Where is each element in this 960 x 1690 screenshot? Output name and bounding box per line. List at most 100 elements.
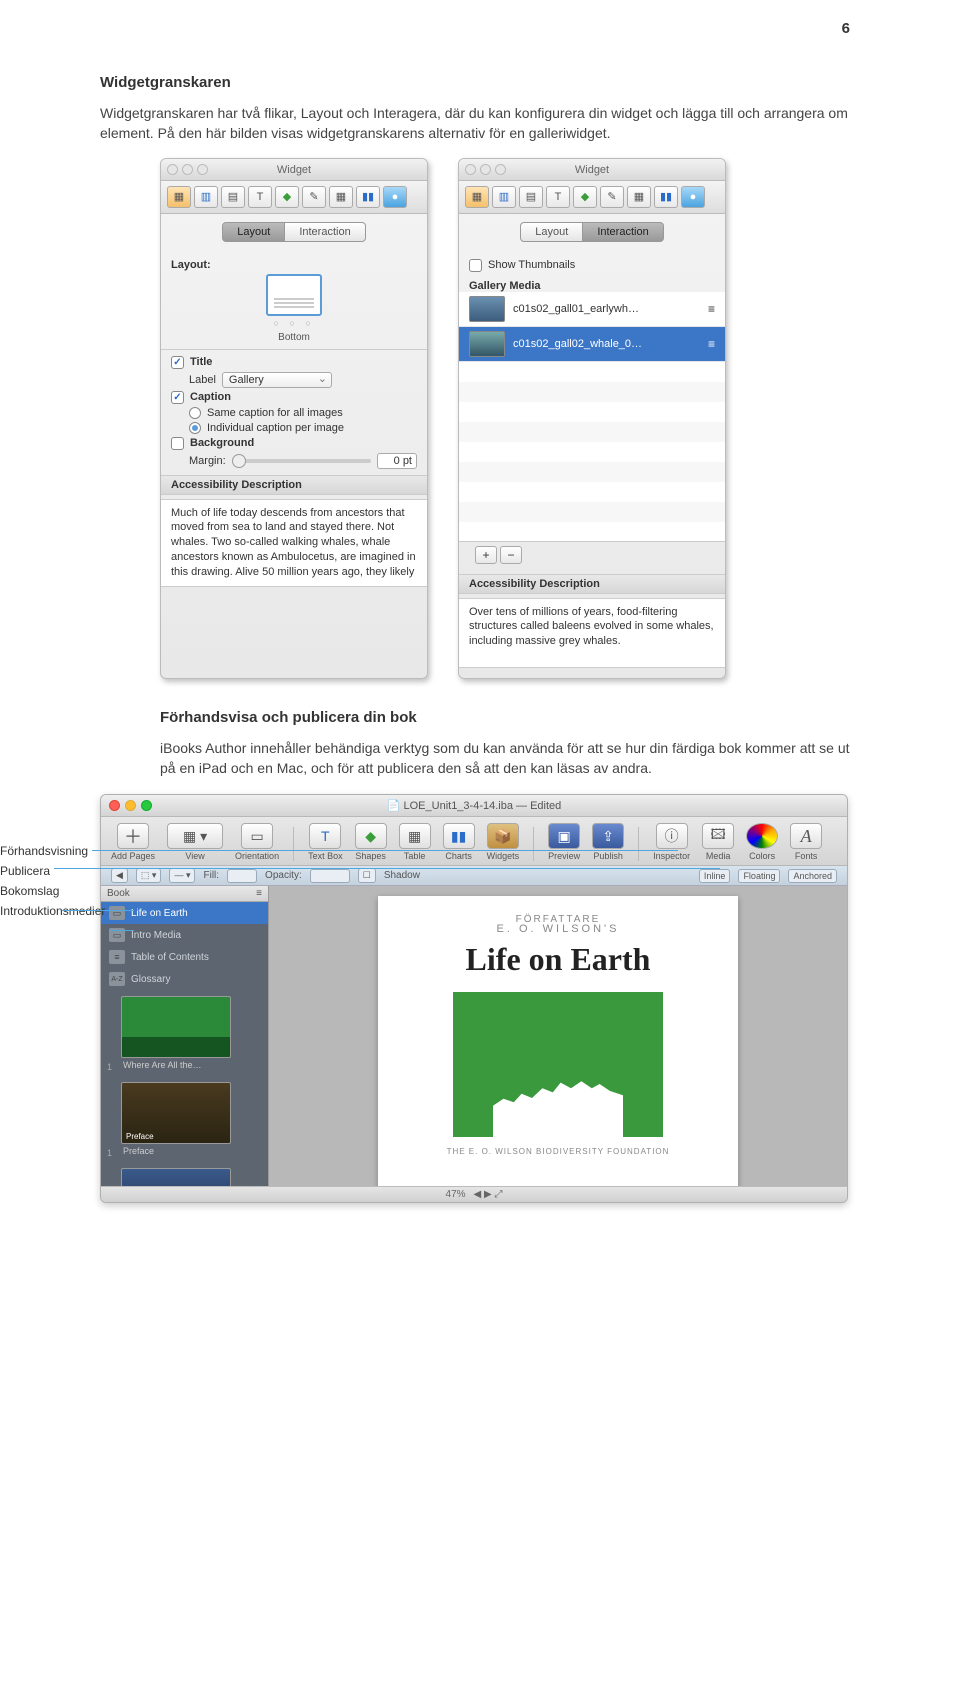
tab-layout[interactable]: Layout (520, 222, 583, 242)
sidebar-item-toc[interactable]: ≡Table of Contents (101, 946, 268, 968)
tab-icon-text[interactable]: T (248, 186, 272, 208)
background-checkbox[interactable] (171, 437, 184, 450)
drag-grip-icon[interactable]: ≡ (708, 337, 715, 351)
style-dropdown[interactable]: ⬚ ▾ (136, 868, 162, 883)
tab-icon-chart[interactable]: ▮▮ (654, 186, 678, 208)
book-title: Life on Earth (408, 941, 708, 978)
traffic-lights[interactable] (109, 800, 152, 811)
zoom-value[interactable]: 47% (446, 1189, 466, 1200)
margin-label: Margin: (189, 455, 226, 467)
tab-icon-chart[interactable]: ▮▮ (356, 186, 380, 208)
tab-icon-doc[interactable]: ▦ (167, 186, 191, 208)
zoom-controls[interactable]: ◀ ▶ ⤢ (474, 1189, 503, 1200)
thumbnails-checkbox[interactable] (469, 259, 482, 272)
caption-opt-all: Same caption for all images (207, 407, 343, 419)
tb-inspector[interactable]: ⓘInspector (653, 823, 690, 861)
margin-value[interactable]: 0 pt (377, 453, 417, 469)
tb-shapes[interactable]: ◆Shapes (355, 823, 387, 861)
tab-icon-text[interactable]: T (546, 186, 570, 208)
tab-icon-metrics[interactable]: ✎ (600, 186, 624, 208)
az-icon: A-Z (109, 972, 125, 986)
inspector-toolbar[interactable]: ▦ ▥ ▤ T ◆ ✎ ▦ ▮▮ ● (161, 181, 427, 214)
caption-radio-each[interactable] (189, 422, 201, 434)
tab-icon-link[interactable]: ● (681, 186, 705, 208)
canvas[interactable]: FÖRFATTARE E. O. WILSON'S Life on Earth … (269, 886, 847, 1186)
tab-icon-link[interactable]: ● (383, 186, 407, 208)
callout-publish: Publicera (0, 864, 95, 878)
wrap-inline[interactable]: Inline (699, 869, 731, 883)
tab-icon-graphic[interactable]: ◆ (573, 186, 597, 208)
wrap-floating[interactable]: Floating (738, 869, 780, 883)
add-media-button[interactable]: + (475, 546, 497, 564)
tab-interaction[interactable]: Interaction (583, 222, 663, 242)
background-label: Background (190, 437, 254, 449)
shadow-label: Shadow (384, 870, 420, 881)
tb-orientation[interactable]: ▭Orientation (235, 823, 279, 861)
callout-line (62, 910, 134, 911)
margin-slider[interactable] (232, 459, 371, 463)
tb-add-pages[interactable]: ＋Add Pages (111, 823, 155, 861)
layout-label: Layout: (171, 259, 211, 271)
sidebar-mode[interactable]: Book (107, 888, 256, 899)
tb-widgets[interactable]: 📦Widgets (487, 823, 520, 861)
traffic-lights[interactable] (465, 164, 506, 175)
media-thumb-icon (469, 296, 505, 322)
sidebar-menu-icon[interactable]: ≡ (256, 888, 262, 899)
tab-icon-doc[interactable]: ▦ (465, 186, 489, 208)
wrap-anchored[interactable]: Anchored (788, 869, 837, 883)
tb-textbox[interactable]: TText Box (308, 823, 343, 861)
tab-interaction[interactable]: Interaction (285, 222, 365, 242)
caption-checkbox[interactable]: ✓ (171, 391, 184, 404)
tab-icon-wrap[interactable]: ▤ (221, 186, 245, 208)
fill-well[interactable] (227, 869, 257, 883)
label-select[interactable]: Gallery (222, 372, 332, 388)
media-item[interactable]: c01s02_gall01_earlywh… ≡ (459, 292, 725, 327)
tab-icon-layout[interactable]: ▥ (492, 186, 516, 208)
access-description[interactable]: Much of life today descends from ancesto… (161, 499, 427, 587)
tb-charts[interactable]: ▮▮Charts (443, 823, 475, 861)
sidebar-thumb[interactable]: What is Life? (121, 1168, 231, 1186)
tb-fonts[interactable]: AFonts (790, 823, 822, 861)
tab-icon-metrics[interactable]: ✎ (302, 186, 326, 208)
panel-titlebar: Widget (161, 159, 427, 181)
tab-icon-layout[interactable]: ▥ (194, 186, 218, 208)
widget-inspector-interaction: Widget ▦ ▥ ▤ T ◆ ✎ ▦ ▮▮ ● Layout Interac… (458, 158, 726, 679)
tb-preview[interactable]: ▣Preview (548, 823, 580, 861)
tb-media[interactable]: 🖾Media (702, 823, 734, 861)
inspector-toolbar[interactable]: ▦ ▥ ▤ T ◆ ✎ ▦ ▮▮ ● (459, 181, 725, 214)
sidebar-item-cover[interactable]: ▭Life on Earth (101, 902, 268, 924)
tb-table[interactable]: ▦Table (399, 823, 431, 861)
access-header: Accessibility Description (161, 475, 427, 495)
sidebar-item-intro[interactable]: ▭Intro Media (101, 924, 268, 946)
caption-radio-all[interactable] (189, 407, 201, 419)
callout-line (92, 850, 678, 851)
tab-icon-table[interactable]: ▦ (627, 186, 651, 208)
layout-style-thumb[interactable] (266, 274, 322, 316)
title-checkbox[interactable]: ✓ (171, 356, 184, 369)
sidebar-thumb[interactable]: Preface (121, 1082, 231, 1144)
shadow-check[interactable]: ☐ (358, 868, 376, 883)
drag-grip-icon[interactable]: ≡ (708, 302, 715, 316)
tb-view[interactable]: ▦ ▾View (167, 823, 223, 861)
tab-icon-table[interactable]: ▦ (329, 186, 353, 208)
stroke-dropdown[interactable]: ― ▾ (169, 868, 195, 883)
book-page: FÖRFATTARE E. O. WILSON'S Life on Earth … (378, 896, 738, 1186)
nav-back[interactable]: ◀ (111, 868, 128, 883)
panel-title: Widget (277, 164, 311, 176)
opacity-field[interactable] (310, 869, 350, 883)
remove-media-button[interactable]: − (500, 546, 522, 564)
tab-icon-wrap[interactable]: ▤ (519, 186, 543, 208)
sidebar-item-glossary[interactable]: A-ZGlossary (101, 968, 268, 990)
access-description[interactable]: Over tens of millions of years, food-fil… (459, 598, 725, 668)
traffic-lights[interactable] (167, 164, 208, 175)
tb-colors[interactable]: Colors (746, 823, 778, 861)
callout-intro: Introduktionsmedier (0, 904, 95, 918)
tab-icon-graphic[interactable]: ◆ (275, 186, 299, 208)
status-bar: 47% ◀ ▶ ⤢ (101, 1186, 847, 1202)
ibooks-author-window: 📄 LOE_Unit1_3-4-14.iba — Edited ＋Add Pag… (100, 794, 848, 1203)
media-item-selected[interactable]: c01s02_gall02_whale_0… ≡ (459, 327, 725, 362)
section1-heading: Widgetgranskaren (100, 74, 860, 91)
sidebar-thumb[interactable] (121, 996, 231, 1058)
tab-layout[interactable]: Layout (222, 222, 285, 242)
tb-publish[interactable]: ⇪Publish (592, 823, 624, 861)
